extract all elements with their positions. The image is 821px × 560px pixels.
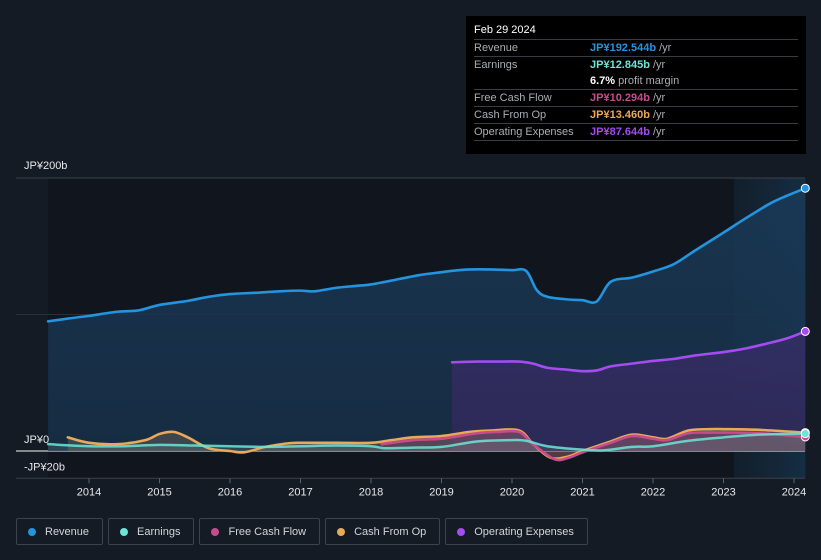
legend-item-operating-expenses[interactable]: Operating Expenses [445,518,588,545]
x-tick-label: 2015 [147,486,171,498]
tooltip-row-cash-from-op: Cash From Op JP¥13.460b /yr [474,107,798,124]
cash-from-op-dot-icon [337,527,346,536]
tooltip-label: Operating Expenses [474,126,574,138]
legend-item-earnings[interactable]: Earnings [108,518,195,545]
x-tick-label: 2019 [429,486,453,498]
tooltip-unit: /yr [652,109,666,121]
tooltip-row-revenue: Revenue JP¥192.544b /yr [474,40,798,57]
tooltip-row-profit-margin: 6.7% profit margin [474,73,798,90]
tooltip-row-free-cash-flow: Free Cash Flow JP¥10.294b /yr [474,90,798,107]
x-tick-label: 2024 [782,486,806,498]
tooltip-label: Earnings [474,59,518,71]
legend-label: Revenue [45,525,90,538]
tooltip-label: Cash From Op [474,109,547,121]
tooltip-date: Feb 29 2024 [474,22,798,40]
tooltip-unit: /yr [659,42,672,54]
legend-item-revenue[interactable]: Revenue [16,518,104,545]
earnings-end-marker [800,429,810,439]
tooltip-label [474,73,590,89]
x-tick-label: 2017 [288,486,312,498]
x-tick-label: 2020 [500,486,524,498]
revenue-end-marker [800,183,810,193]
x-tick-label: 2014 [77,486,101,498]
x-tick-label: 2016 [218,486,242,498]
earnings-dot-icon [120,527,129,536]
y-tick-label: JP¥200b [24,160,67,172]
tooltip-value: JP¥10.294b [590,92,650,104]
tooltip-unit: profit margin [618,75,680,87]
legend: Revenue Earnings Free Cash Flow Cash Fro… [16,518,588,545]
free-cash-flow-dot-icon [211,527,220,536]
y-tick-label: JP¥0 [24,434,49,446]
tooltip-value: JP¥87.644b [590,126,650,138]
x-tick-label: 2021 [570,486,594,498]
tooltip-row-operating-expenses: Operating Expenses JP¥87.644b /yr [474,124,798,141]
tooltip-unit: /yr [652,126,666,138]
tooltip: Feb 29 2024 Revenue JP¥192.544b /yr Earn… [466,16,806,154]
legend-item-cash-from-op[interactable]: Cash From Op [325,518,441,545]
x-tick-label: 2018 [359,486,383,498]
operating-expenses-end-marker [800,326,810,336]
tooltip-value: JP¥13.460b [590,109,650,121]
y-tick-label: -JP¥20b [24,461,65,473]
legend-label: Free Cash Flow [228,525,307,538]
legend-label: Cash From Op [354,525,427,538]
legend-label: Operating Expenses [474,525,574,538]
tooltip-unit: /yr [652,92,666,104]
tooltip-unit: /yr [652,59,666,71]
x-tick-label: 2023 [711,486,735,498]
tooltip-value: JP¥12.845b [590,59,650,71]
x-tick-label: 2022 [641,486,665,498]
legend-item-free-cash-flow[interactable]: Free Cash Flow [199,518,321,545]
legend-label: Earnings [137,525,181,538]
tooltip-label: Revenue [474,42,519,54]
tooltip-row-earnings: Earnings JP¥12.845b /yr [474,57,798,73]
revenue-dot-icon [28,527,36,536]
tooltip-value: JP¥192.544b [590,42,657,54]
tooltip-value: 6.7% [590,75,616,87]
tooltip-label: Free Cash Flow [474,92,552,104]
operating-expenses-dot-icon [457,527,466,536]
